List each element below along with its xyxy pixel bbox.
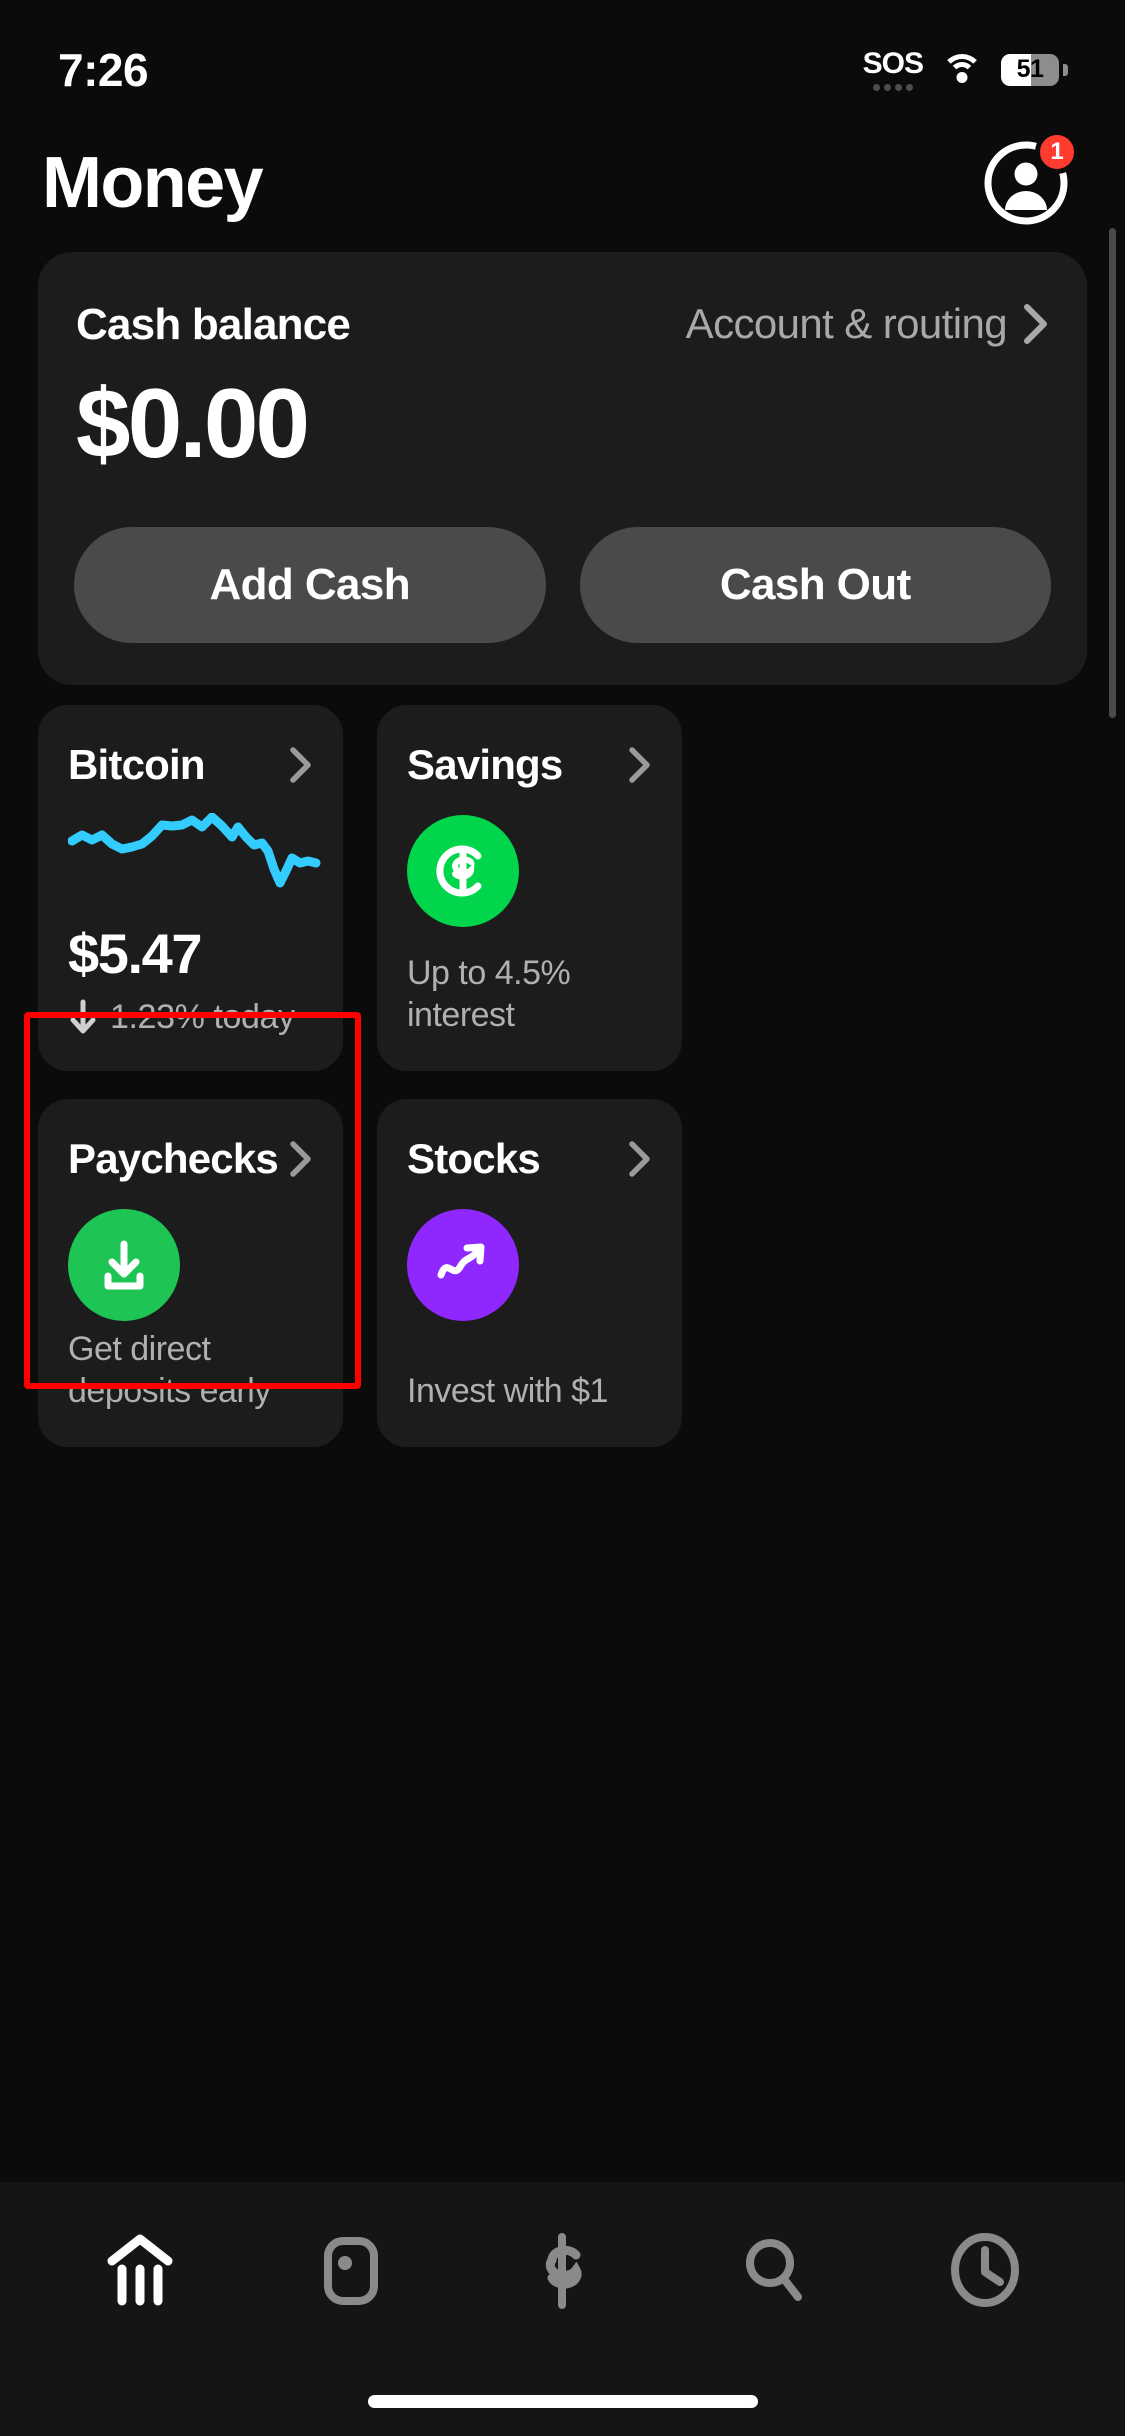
stocks-trend-icon xyxy=(407,1208,519,1321)
profile-button[interactable]: 1 xyxy=(983,130,1079,226)
paychecks-subtitle: Get direct deposits early xyxy=(68,1329,271,1411)
savings-subtitle: Up to 4.5% interest xyxy=(407,953,571,1035)
battery-cap-icon xyxy=(1063,63,1068,76)
tiles-row-1: Bitcoin $5.47 1.23% today Savings Up to … xyxy=(0,704,1125,1071)
main-content: Cash balance Account & routing $0.00 Add… xyxy=(0,252,1125,1447)
status-bar: 7:26 SOS 51 xyxy=(0,0,1125,125)
page-header: Money 1 xyxy=(0,128,1125,238)
tab-search[interactable] xyxy=(699,2216,849,2326)
paychecks-tile-title: Paychecks xyxy=(68,1134,279,1182)
search-icon xyxy=(745,2239,802,2301)
page-title: Money xyxy=(42,143,264,223)
tab-card[interactable] xyxy=(276,2216,426,2326)
cash-balance-amount: $0.00 xyxy=(76,368,310,478)
stocks-tile-title: Stocks xyxy=(407,1134,541,1182)
cash-actions: Add Cash Cash Out xyxy=(72,526,1053,643)
tab-activity[interactable] xyxy=(910,2216,1060,2326)
cash-balance-row: Cash balance Account & routing $0.00 Add… xyxy=(0,252,1125,685)
bitcoin-tile[interactable]: Bitcoin $5.47 1.23% today xyxy=(38,704,343,1071)
sos-label: SOS xyxy=(862,46,924,80)
card-icon xyxy=(324,2237,379,2305)
bitcoin-change-text: 1.23% today xyxy=(110,997,295,1036)
notification-badge: 1 xyxy=(1035,130,1079,174)
sos-indicator: SOS xyxy=(862,46,924,91)
chevron-right-icon xyxy=(290,1141,311,1177)
chevron-right-icon xyxy=(1024,304,1047,344)
paychecks-tile-header: Paychecks xyxy=(68,1135,313,1183)
bitcoin-sparkline xyxy=(68,812,321,888)
chevron-right-icon xyxy=(629,1141,650,1177)
bitcoin-price: $5.47 xyxy=(68,921,203,985)
chevron-right-icon xyxy=(629,747,650,783)
activity-clock-icon xyxy=(951,2233,1020,2307)
stocks-subtitle: Invest with $1 xyxy=(407,1372,608,1411)
savings-tile[interactable]: Savings Up to 4.5% interest xyxy=(377,704,682,1071)
cash-balance-label: Cash balance xyxy=(76,300,351,349)
stocks-tile[interactable]: Stocks Invest with $1 xyxy=(377,1098,682,1447)
tab-home[interactable] xyxy=(65,2216,215,2326)
add-cash-button[interactable]: Add Cash xyxy=(74,526,546,643)
bitcoin-tile-header: Bitcoin xyxy=(68,741,313,789)
account-routing-link[interactable]: Account & routing xyxy=(686,300,1049,348)
cash-balance-card: Cash balance Account & routing $0.00 Add… xyxy=(38,252,1087,685)
chevron-right-icon xyxy=(290,747,311,783)
bitcoin-change: 1.23% today xyxy=(68,998,313,1037)
home-indicator xyxy=(367,2395,758,2408)
status-bar-indicators: SOS 51 xyxy=(862,46,1068,91)
cash-out-button[interactable]: Cash Out xyxy=(579,526,1051,643)
tab-payments[interactable] xyxy=(487,2216,637,2326)
wifi-icon xyxy=(941,53,983,86)
arrow-down-icon xyxy=(70,999,96,1034)
cash-app-home-icon xyxy=(107,2234,173,2306)
tiles-row-2: Paychecks Get direct deposits early Stoc… xyxy=(0,1098,1125,1447)
paychecks-tile[interactable]: Paychecks Get direct deposits early xyxy=(38,1098,343,1447)
account-routing-label: Account & routing xyxy=(685,300,1008,347)
battery-icon: 51 xyxy=(1001,53,1068,86)
savings-dollar-icon xyxy=(407,814,519,927)
bitcoin-tile-title: Bitcoin xyxy=(68,740,206,788)
cellular-dots-icon xyxy=(872,83,913,91)
cash-balance-header: Cash balance Account & routing xyxy=(72,300,1053,350)
dollar-payments-icon xyxy=(546,2233,583,2309)
direct-deposit-download-icon xyxy=(68,1208,180,1321)
savings-tile-header: Savings xyxy=(407,741,652,789)
stocks-tile-header: Stocks xyxy=(407,1135,652,1183)
status-bar-time: 7:26 xyxy=(58,43,149,96)
battery-percent-label: 51 xyxy=(1016,55,1044,83)
savings-tile-title: Savings xyxy=(407,740,563,788)
